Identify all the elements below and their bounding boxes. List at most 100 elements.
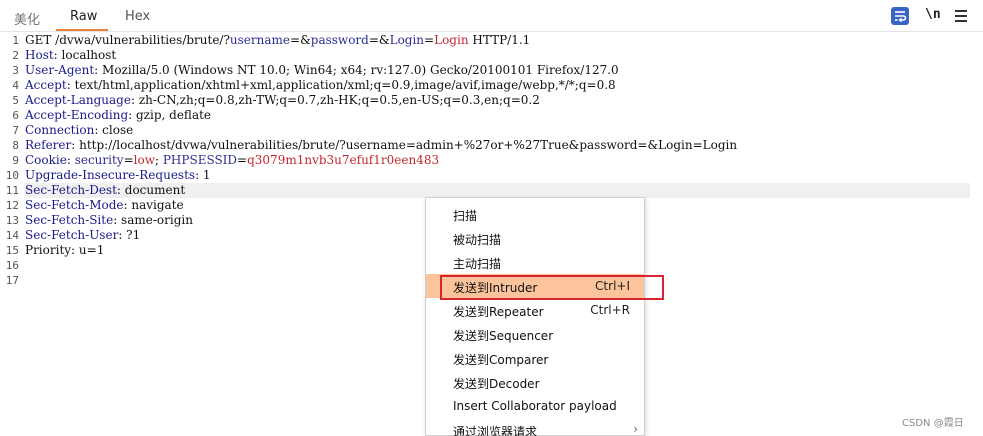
tab-raw[interactable]: Raw — [70, 9, 97, 24]
code-token: = — [123, 153, 134, 167]
menu-item-shortcut: Ctrl+R — [590, 303, 630, 317]
menu-item-label: 发送到Decoder — [453, 377, 540, 391]
context-menu-item[interactable]: 发送到Repeater Ctrl+R — [426, 298, 644, 322]
line-number: 6 — [12, 109, 19, 122]
code-token: PHPSESSID — [162, 153, 238, 167]
line-number: 3 — [12, 64, 19, 77]
editor-line[interactable]: 4 Accept: text/html,application/xhtml+xml… — [0, 78, 983, 93]
editor-line[interactable]: 2 Host: localhost — [0, 48, 983, 63]
tab-hex[interactable]: Hex — [125, 9, 150, 24]
line-code: Accept-Encoding: gzip, deflate — [25, 108, 211, 123]
code-token: =& — [368, 33, 390, 47]
line-number: 7 — [12, 124, 19, 137]
code-token: Priority: u=1 — [25, 243, 105, 257]
code-token: username — [229, 33, 291, 47]
code-token: GET /dvwa/vulnerabilities/brute/? — [25, 33, 230, 47]
line-code: User-Agent: Mozilla/5.0 (Windows NT 10.0… — [25, 63, 619, 78]
code-token: Accept — [25, 78, 67, 92]
menu-item-label: 扫描 — [453, 209, 478, 223]
hamburger-menu-icon[interactable] — [955, 7, 967, 25]
line-number: 5 — [12, 94, 19, 107]
code-token: Host — [25, 48, 54, 62]
line-number: 14 — [5, 229, 19, 242]
line-number: 11 — [5, 184, 19, 197]
code-token: : document — [116, 183, 186, 197]
code-token: : — [66, 153, 75, 167]
context-menu: 扫描 被动扫描 主动扫描 发送到Intruder Ctrl+I 发送到Repeater Ct… — [425, 197, 645, 436]
code-token: =& — [290, 33, 311, 47]
editor-line[interactable]: 6 Accept-Encoding: gzip, deflate — [0, 108, 983, 123]
code-token: : same-origin — [113, 213, 193, 227]
code-token: = — [424, 33, 435, 47]
line-number: 17 — [5, 274, 19, 287]
line-code: Sec-Fetch-Mode: navigate — [25, 198, 184, 213]
context-menu-item[interactable]: Insert Collaborator payload — [426, 394, 644, 418]
line-code: Accept: text/html,application/xhtml+xml,… — [25, 78, 616, 93]
code-token: : navigate — [123, 198, 184, 212]
code-token: Accept-Encoding — [25, 108, 129, 122]
line-code: Accept-Language: zh-CN,zh;q=0.8,zh-TW;q=… — [25, 93, 540, 108]
context-menu-item[interactable]: 被动扫描 — [426, 226, 644, 250]
line-code: Host: localhost — [25, 48, 116, 63]
code-token: Referer — [25, 138, 72, 152]
message-tab-bar: 美化 Raw Hex \n — [0, 0, 983, 32]
code-token: low — [133, 153, 155, 167]
context-menu-item[interactable]: 通过浏览器请求 › — [426, 418, 644, 436]
context-menu-item[interactable]: 主动扫描 — [426, 250, 644, 274]
code-token: Sec-Fetch-Site — [25, 213, 114, 227]
code-token: User-Agent — [25, 63, 95, 77]
line-number: 13 — [5, 214, 19, 227]
context-menu-item[interactable]: 发送到Decoder — [426, 370, 644, 394]
show-newlines-button[interactable]: \n — [925, 7, 941, 22]
line-number: 2 — [12, 49, 19, 62]
code-token: = — [237, 153, 248, 167]
code-token: password — [310, 33, 369, 47]
line-number: 12 — [5, 199, 19, 212]
code-token: q3079m1nvb3u7efuf1r0een483 — [247, 153, 440, 167]
wrap-lines-button[interactable] — [891, 7, 909, 25]
line-code: GET /dvwa/vulnerabilities/brute/?usernam… — [25, 33, 530, 48]
menu-item-label: 被动扫描 — [453, 233, 502, 247]
editor-line[interactable]: 11 Sec-Fetch-Dest: document — [6, 183, 970, 198]
line-code: Sec-Fetch-User: ?1 — [25, 228, 140, 243]
menu-item-label: 发送到Comparer — [453, 353, 549, 367]
line-code: Sec-Fetch-Dest: document — [25, 183, 185, 198]
code-token: Sec-Fetch-User — [25, 228, 119, 242]
line-number: 4 — [12, 79, 19, 92]
line-number: 10 — [5, 169, 19, 182]
context-menu-item[interactable]: 扫描 — [426, 202, 644, 226]
line-code: Connection: close — [25, 123, 133, 138]
wrap-lines-icon — [895, 11, 907, 23]
code-token: Sec-Fetch-Mode — [25, 198, 124, 212]
editor-line[interactable]: 8 Referer: http://localhost/dvwa/vulnerab… — [0, 138, 983, 153]
code-token: : 1 — [195, 168, 211, 182]
code-token: Sec-Fetch-Dest — [25, 183, 117, 197]
line-code: Priority: u=1 — [25, 243, 104, 258]
tab-pretty[interactable]: 美化 — [14, 9, 40, 28]
line-number: 16 — [5, 259, 19, 272]
code-token: : zh-CN,zh;q=0.8,zh-TW;q=0.7,zh-HK;q=0.5… — [130, 93, 540, 107]
context-menu-item[interactable]: 发送到Comparer — [426, 346, 644, 370]
editor-line[interactable]: 5 Accept-Language: zh-CN,zh;q=0.8,zh-TW;q… — [0, 93, 983, 108]
line-code: Sec-Fetch-Site: same-origin — [25, 213, 193, 228]
code-token: Upgrade-Insecure-Requests — [25, 168, 196, 182]
code-token: Accept-Language — [25, 93, 131, 107]
tab-divider — [0, 31, 983, 32]
code-token: : text/html,application/xhtml+xml,applic… — [66, 78, 616, 92]
context-menu-item[interactable]: 发送到Sequencer — [426, 322, 644, 346]
line-code: Referer: http://localhost/dvwa/vulnerabi… — [25, 138, 737, 153]
editor-line[interactable]: 10 Upgrade-Insecure-Requests: 1 — [0, 168, 983, 183]
editor-line[interactable]: 7 Connection: close — [0, 123, 983, 138]
editor-line[interactable]: 9 Cookie: security=low; PHPSESSID=q3079m1… — [0, 153, 983, 168]
line-code: Cookie: security=low; PHPSESSID=q3079m1n… — [25, 153, 439, 168]
editor-line[interactable]: 3 User-Agent: Mozilla/5.0 (Windows NT 10.… — [0, 63, 983, 78]
line-number: 15 — [5, 244, 19, 257]
editor-line[interactable]: 1 GET /dvwa/vulnerabilities/brute/?userna… — [0, 33, 983, 48]
watermark: CSDN @霞日 — [902, 418, 964, 429]
code-token: ; — [155, 153, 163, 167]
code-token: : http://localhost/dvwa/vulnerabilities/… — [71, 138, 738, 152]
code-token: Cookie — [25, 153, 67, 167]
code-token: : gzip, deflate — [128, 108, 212, 122]
line-code: Upgrade-Insecure-Requests: 1 — [25, 168, 211, 183]
code-token: security — [74, 153, 124, 167]
